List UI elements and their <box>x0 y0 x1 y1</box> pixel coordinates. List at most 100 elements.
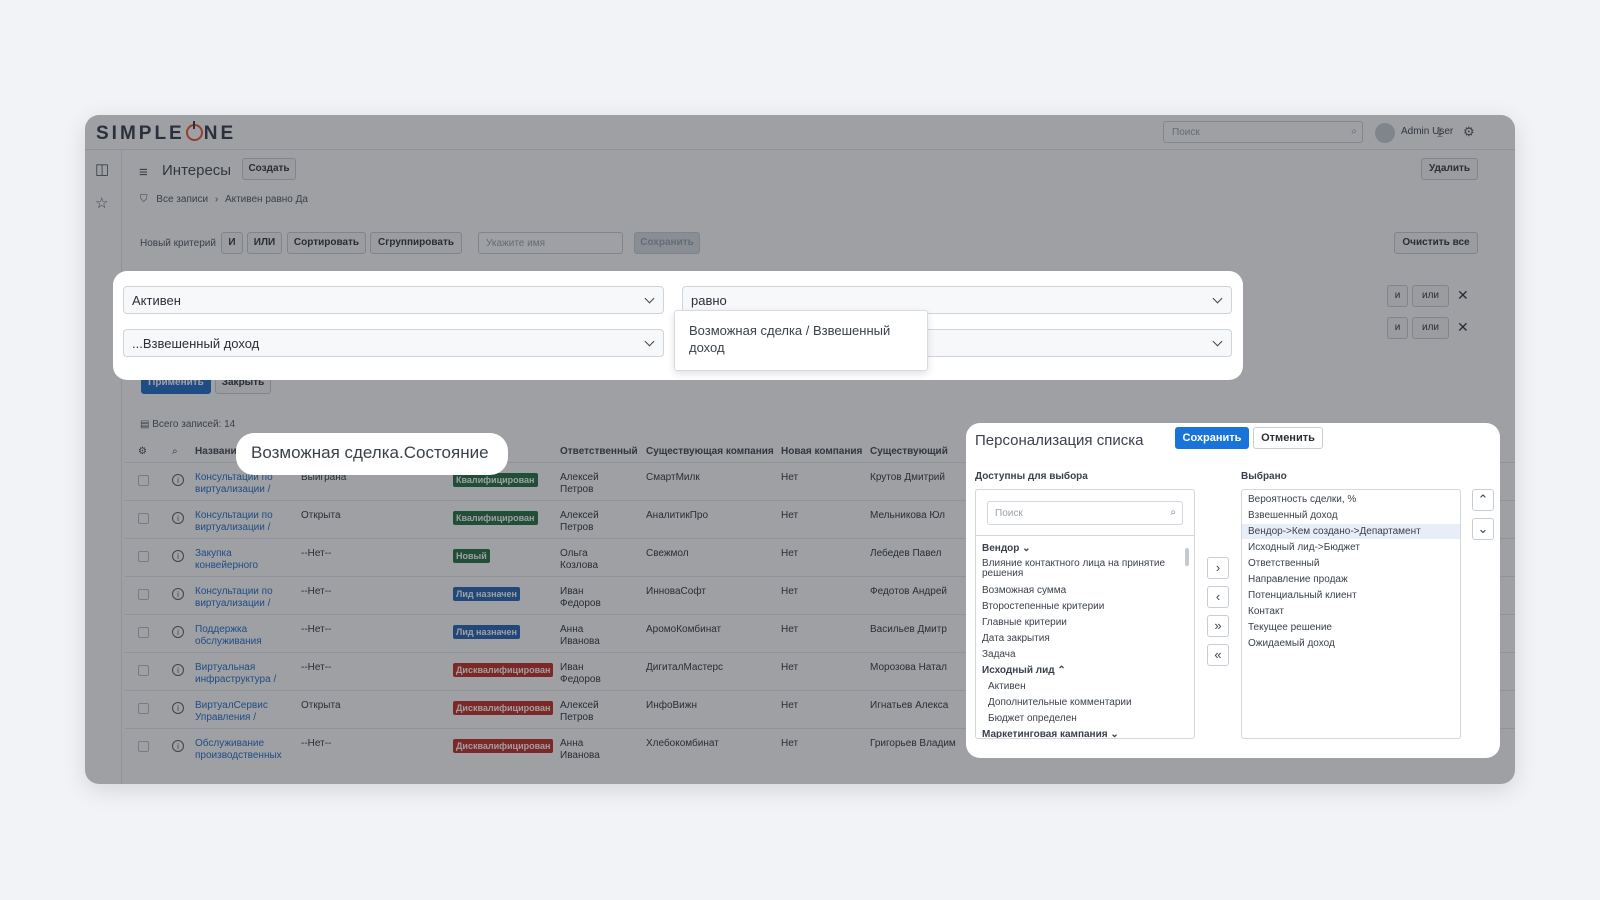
info-icon[interactable]: i <box>172 550 184 562</box>
selected-item[interactable]: Контакт <box>1242 604 1460 619</box>
record-link[interactable]: Консультации по виртуализации / <box>195 472 285 496</box>
personalize-save-button[interactable]: Сохранить <box>1175 427 1249 449</box>
row2-and-button[interactable]: и <box>1387 317 1408 339</box>
move-down-icon[interactable]: ⌄ <box>1472 518 1494 540</box>
selected-item[interactable]: Текущее решение <box>1242 620 1460 635</box>
column-header[interactable]: Новая компания <box>781 446 862 457</box>
row2-or-button[interactable]: или <box>1412 317 1449 339</box>
save-filter-button[interactable]: Сохранить <box>634 232 700 254</box>
delete-button[interactable]: Удалить <box>1421 158 1478 180</box>
available-search-input[interactable]: Поиск ⌕ <box>987 501 1183 525</box>
selected-item[interactable]: Направление продаж <box>1242 572 1460 587</box>
row-checkbox[interactable] <box>138 551 149 562</box>
record-link[interactable]: Закупка конвейерного <box>195 548 285 572</box>
info-icon[interactable]: i <box>172 626 184 638</box>
available-group[interactable]: Вендор ⌄ <box>982 543 1031 554</box>
available-group[interactable]: Исходный лид ⌃ <box>982 665 1066 676</box>
column-header[interactable]: Существующий <box>870 446 948 457</box>
move-right-icon[interactable]: › <box>1207 557 1229 579</box>
chevron-down-icon[interactable]: ⌄ <box>1110 729 1118 738</box>
available-item[interactable]: Дата закрытия <box>982 633 1050 644</box>
field-select-1[interactable]: Активен <box>123 286 664 314</box>
row1-and-button[interactable]: и <box>1387 285 1408 307</box>
row-checkbox[interactable] <box>138 627 149 638</box>
available-item[interactable]: Бюджет определен <box>988 713 1077 724</box>
new-company-cell: Нет <box>781 472 799 483</box>
info-icon[interactable]: i <box>172 664 184 676</box>
column-header[interactable]: Названи <box>195 446 237 457</box>
panel-toggle-icon[interactable]: ◫ <box>95 160 109 178</box>
row-checkbox[interactable] <box>138 665 149 676</box>
breadcrumb-filter[interactable]: Активен равно Да <box>225 194 308 205</box>
row1-or-button[interactable]: или <box>1412 285 1449 307</box>
sort-button[interactable]: Сортировать <box>287 232 366 254</box>
available-item[interactable]: Второстепенные критерии <box>982 601 1104 612</box>
global-search-input[interactable]: Поиск ⌕ <box>1163 121 1363 143</box>
avatar[interactable] <box>1375 123 1395 143</box>
info-icon[interactable]: i <box>172 588 184 600</box>
available-group[interactable]: Маркетинговая кампания ⌄ <box>982 729 1119 738</box>
info-icon[interactable]: i <box>172 474 184 486</box>
record-link[interactable]: Поддержка обслуживания <box>195 624 285 648</box>
selected-item[interactable]: Взвешенный доход <box>1242 508 1460 523</box>
available-item[interactable]: Дополнительные комментарии <box>988 697 1132 708</box>
group-button[interactable]: Сгруппировать <box>370 232 462 254</box>
search-icon: ⌕ <box>1170 507 1176 518</box>
breadcrumb-all[interactable]: Все записи <box>156 194 208 205</box>
row1-remove-icon[interactable]: ✕ <box>1457 287 1469 304</box>
field-dropdown-option[interactable]: Возможная сделка / Взвешенный доход <box>674 310 928 371</box>
available-item[interactable]: Активен <box>988 681 1026 692</box>
move-up-icon[interactable]: ⌃ <box>1472 489 1494 511</box>
record-link[interactable]: Обслуживание производственных <box>195 738 285 762</box>
selected-item[interactable]: Потенциальный клиент <box>1242 588 1460 603</box>
info-icon[interactable]: i <box>172 702 184 714</box>
move-all-right-icon[interactable]: » <box>1207 615 1229 637</box>
filter-name-input[interactable]: Укажите имя <box>478 232 623 254</box>
selected-item[interactable]: Ответственный <box>1242 556 1460 571</box>
field-select-2[interactable]: ...Взвешенный доход <box>123 329 664 357</box>
clear-all-button[interactable]: Очистить все <box>1394 232 1478 254</box>
or-button[interactable]: ИЛИ <box>247 232 282 254</box>
and-button[interactable]: И <box>221 232 243 254</box>
chevron-down-icon[interactable]: ⌄ <box>1022 543 1030 554</box>
record-link[interactable]: Консультации по виртуализации / <box>195 510 285 534</box>
move-left-icon[interactable]: ‹ <box>1207 586 1229 608</box>
gear-icon[interactable]: ⚙ <box>1463 124 1475 140</box>
row-checkbox[interactable] <box>138 703 149 714</box>
selected-item[interactable]: Ожидаемый доход <box>1242 636 1460 651</box>
column-header[interactable]: Ответственный <box>560 446 638 457</box>
list-icon: ▤ <box>140 419 150 430</box>
contact-cell: Федотов Андрей <box>870 586 947 597</box>
record-link[interactable]: ВиртуалСервис Управления / <box>195 700 285 724</box>
row-checkbox[interactable] <box>138 741 149 752</box>
company-cell: Хлебокомбинат <box>646 738 719 749</box>
selected-item[interactable]: Вендор->Кем создано->Департамент <box>1242 524 1460 539</box>
row-checkbox[interactable] <box>138 513 149 524</box>
scrollbar[interactable] <box>1185 548 1189 566</box>
selected-item[interactable]: Вероятность сделки, % <box>1242 492 1460 507</box>
info-icon[interactable]: i <box>172 512 184 524</box>
user-name[interactable]: Admin User <box>1401 126 1453 137</box>
table-settings-icon[interactable]: ⚙ <box>138 446 147 457</box>
row2-remove-icon[interactable]: ✕ <box>1457 319 1469 336</box>
available-item[interactable]: Влияние контактного лица на принятие реш… <box>982 559 1182 579</box>
outcome-cell: --Нет-- <box>301 662 332 673</box>
info-icon[interactable]: i <box>172 740 184 752</box>
move-all-left-icon[interactable]: « <box>1207 644 1229 666</box>
available-item[interactable]: Возможная сумма <box>982 585 1066 596</box>
download-icon[interactable]: ⤓ <box>1437 124 1443 140</box>
available-item[interactable]: Главные критерии <box>982 617 1067 628</box>
star-icon[interactable]: ☆ <box>95 194 108 212</box>
personalize-cancel-button[interactable]: Отменить <box>1253 427 1323 449</box>
row-checkbox[interactable] <box>138 589 149 600</box>
row-checkbox[interactable] <box>138 475 149 486</box>
column-header[interactable]: Существующая компания <box>646 446 774 457</box>
record-link[interactable]: Виртуальная инфраструктура / <box>195 662 285 686</box>
available-item[interactable]: Задача <box>982 649 1016 660</box>
record-link[interactable]: Консультации по виртуализации / <box>195 586 285 610</box>
create-button[interactable]: Создать <box>242 158 296 180</box>
chevron-up-icon[interactable]: ⌃ <box>1057 665 1065 676</box>
menu-icon[interactable]: ≡ <box>139 164 148 181</box>
table-search-icon[interactable]: ⌕ <box>172 446 178 457</box>
selected-item[interactable]: Исходный лид->Бюджет <box>1242 540 1460 555</box>
